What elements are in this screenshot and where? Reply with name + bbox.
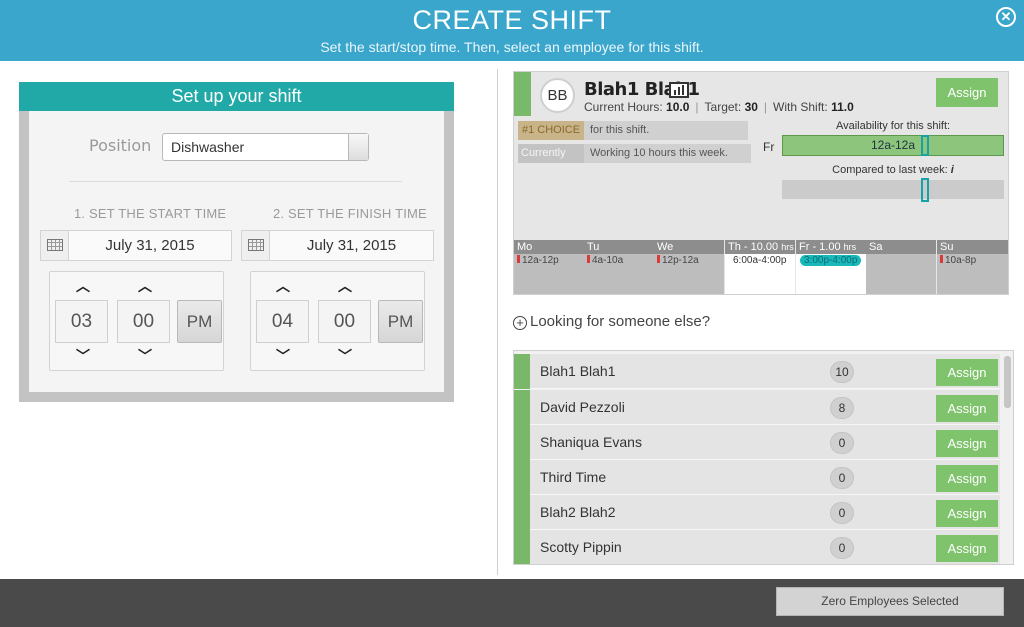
list-item: Blah1 Blah1 10 Assign	[514, 354, 1000, 389]
employee-list: Blah1 Blah1 10 Assign David Pezzoli 8 As…	[513, 350, 1014, 565]
vertical-divider	[497, 69, 498, 575]
choice-badge: #1 CHOICE for this shift.	[518, 121, 748, 140]
list-item: Shaniqua Evans 0 Assign	[514, 425, 1000, 460]
finish-date-value: July 31, 2015	[306, 237, 397, 254]
hour-up-chevron-icon[interactable]: ︿	[73, 276, 93, 296]
calendar-icon[interactable]	[242, 231, 270, 260]
selected-employee-card: BB Blah1 Blah1 Current Hours: 10.0 | Targe…	[513, 71, 1009, 295]
start-time-label: 1. SET THE START TIME	[74, 206, 227, 221]
calendar-icon[interactable]	[41, 231, 69, 260]
start-ampm-toggle[interactable]: PM	[177, 300, 222, 343]
status-bar	[514, 72, 531, 116]
week-schedule: Mo 12a-12p Tu 4a-10a We 12p-12a Th - 10.…	[514, 240, 1008, 294]
start-minute-field[interactable]: 00	[117, 300, 170, 343]
list-item: Third Time 0 Assign	[514, 460, 1000, 495]
assign-button[interactable]: Assign	[936, 430, 998, 457]
minute-down-chevron-icon[interactable]: ﹀	[335, 346, 355, 366]
list-item: Scotty Pippin 0 Assign	[514, 530, 1000, 564]
employee-name: David Pezzoli	[540, 399, 625, 415]
hours-count-badge: 0	[830, 537, 854, 559]
day-cell: Su 10a-8p	[937, 240, 1008, 294]
day-cell: Mo 12a-12p	[514, 240, 584, 294]
assign-button[interactable]: Assign	[936, 500, 998, 527]
new-shift-pill: 3:00p-4:00p	[800, 255, 862, 266]
bar-chart-icon[interactable]	[669, 82, 689, 98]
finish-hour-field[interactable]: 04	[256, 300, 309, 343]
hours-count-badge: 0	[830, 467, 854, 489]
minute-up-chevron-icon[interactable]: ︿	[335, 276, 355, 296]
assign-button[interactable]: Assign	[936, 359, 998, 386]
employee-name: Third Time	[540, 469, 607, 485]
status-bar	[514, 530, 530, 564]
plus-circle-icon: +	[513, 316, 527, 330]
status-bar	[514, 495, 530, 530]
close-icon[interactable]: ✕	[996, 7, 1016, 27]
page-title: CREATE SHIFT	[412, 5, 612, 35]
comparison-bar	[782, 180, 1004, 199]
info-icon: i	[950, 164, 954, 176]
hours-count-badge: 0	[830, 502, 854, 524]
hours-stats: Current Hours: 10.0 | Target: 30 | With Shif…	[584, 100, 854, 114]
footer: Zero Employees Selected	[0, 579, 1024, 627]
page-subtitle: Set the start/stop time. Then, select an…	[320, 39, 704, 55]
minute-up-chevron-icon[interactable]: ︿	[135, 276, 155, 296]
availability-label: Availability for this shift:	[835, 120, 951, 132]
day-cell: Tu 4a-10a	[584, 240, 654, 294]
hour-up-chevron-icon[interactable]: ︿	[273, 276, 293, 296]
comparison-marker	[921, 178, 929, 202]
assign-button[interactable]: Assign	[936, 535, 998, 562]
status-bar	[514, 425, 530, 460]
list-item: Blah2 Blah2 0 Assign	[514, 495, 1000, 530]
hour-down-chevron-icon[interactable]: ﹀	[273, 346, 293, 366]
finish-minute-field[interactable]: 00	[318, 300, 371, 343]
position-select[interactable]: Dishwasher	[162, 133, 369, 161]
looking-for-someone-else-link[interactable]: + Looking for someone else?	[513, 313, 710, 330]
finish-time-picker: ︿ ︿ 04 00 PM ﹀ ﹀	[250, 271, 425, 371]
employee-name: Blah2 Blah2	[540, 504, 616, 520]
status-bar	[514, 390, 530, 425]
setup-panel: Set up your shift Position Dishwasher 1.…	[19, 82, 454, 402]
finish-time-label: 2. SET THE FINISH TIME	[273, 206, 427, 221]
hours-count-badge: 10	[830, 361, 854, 383]
compared-label: Compared to last week: i	[832, 164, 954, 176]
start-date-picker[interactable]: July 31, 2015	[40, 230, 232, 261]
setup-panel-body: Position Dishwasher 1. SET THE START TIM…	[29, 111, 444, 392]
employees-selected-button[interactable]: Zero Employees Selected	[776, 587, 1004, 616]
hours-count-badge: 0	[830, 432, 854, 454]
status-bar	[514, 354, 530, 389]
status-bar	[514, 460, 530, 495]
divider	[69, 181, 402, 182]
finish-ampm-toggle[interactable]: PM	[378, 300, 423, 343]
hours-count-badge: 8	[830, 397, 854, 419]
avatar: BB	[540, 78, 575, 113]
assign-button[interactable]: Assign	[936, 395, 998, 422]
assign-button[interactable]: Assign	[936, 465, 998, 492]
position-label: Position	[89, 136, 152, 155]
employee-name: Scotty Pippin	[540, 539, 622, 555]
position-value: Dishwasher	[171, 139, 245, 155]
minute-down-chevron-icon[interactable]: ﹀	[135, 346, 155, 366]
start-hour-field[interactable]: 03	[55, 300, 108, 343]
assign-button[interactable]: Assign	[936, 78, 998, 107]
availability-day: Fr	[763, 140, 775, 154]
setup-panel-title: Set up your shift	[19, 82, 454, 111]
header: CREATE SHIFT Set the start/stop time. Th…	[0, 0, 1024, 61]
availability-marker	[921, 135, 929, 156]
scrollbar[interactable]	[1004, 356, 1011, 408]
currently-info: Currently Working 10 hours this week.	[518, 144, 751, 163]
day-cell: Fr - 1.00 hrs 3:00p-4:00p	[796, 240, 866, 294]
start-time-picker: ︿ ︿ 03 00 PM ﹀ ﹀	[49, 271, 224, 371]
employee-name: Shaniqua Evans	[540, 434, 642, 450]
availability-bar: 12a-12a	[782, 135, 1004, 156]
employee-name: Blah1 Blah1	[540, 363, 616, 379]
finish-date-picker[interactable]: July 31, 2015	[241, 230, 434, 261]
hour-down-chevron-icon[interactable]: ﹀	[73, 346, 93, 366]
day-cell: Sa	[866, 240, 936, 294]
day-cell: We 12p-12a	[654, 240, 724, 294]
dropdown-arrow-icon[interactable]	[348, 134, 368, 160]
day-cell-today: Th - 10.00 hrs 6:00a-4:00p	[725, 240, 795, 294]
start-date-value: July 31, 2015	[105, 237, 195, 254]
list-item: David Pezzoli 8 Assign	[514, 390, 1000, 425]
